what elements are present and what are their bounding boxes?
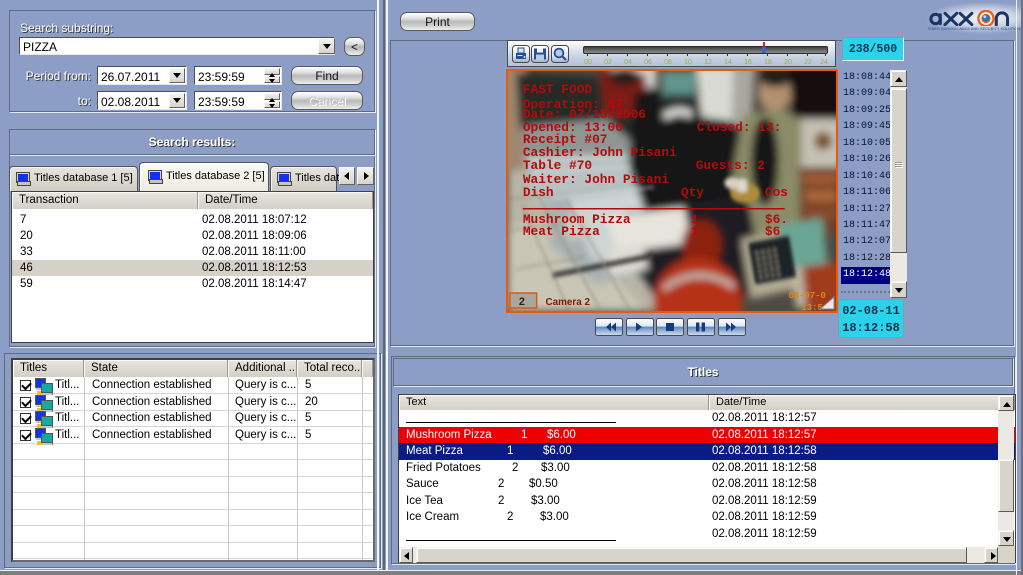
svg-text:Meat Pizza: Meat Pizza <box>523 224 600 239</box>
svg-text:00: 00 <box>584 59 592 66</box>
svg-text:18: 18 <box>764 59 772 66</box>
svg-text:Camera 2: Camera 2 <box>546 297 591 308</box>
svg-text:08: 08 <box>664 59 672 66</box>
svg-text:$6: $6 <box>765 224 781 239</box>
svg-text:Qty: Qty <box>681 185 704 200</box>
svg-text:03-07-0: 03-07-0 <box>789 291 826 301</box>
svg-text:24: 24 <box>820 59 828 66</box>
svg-text:16: 16 <box>744 59 752 66</box>
svg-text:FAST FOOD: FAST FOOD <box>523 82 593 97</box>
svg-text:13:5: 13:5 <box>801 303 822 311</box>
svg-text:14: 14 <box>724 59 732 66</box>
svg-text:10: 10 <box>684 59 692 66</box>
svg-text:2: 2 <box>519 296 525 308</box>
svg-text:Dish: Dish <box>523 185 554 200</box>
svg-text:22: 22 <box>804 59 812 66</box>
svg-text:02: 02 <box>604 59 612 66</box>
svg-text:Guests: 2: Guests: 2 <box>696 158 765 173</box>
svg-text:Cos: Cos <box>765 185 788 200</box>
svg-text:12: 12 <box>704 59 712 66</box>
svg-text:20: 20 <box>784 59 792 66</box>
svg-text:Table #70: Table #70 <box>523 158 592 173</box>
svg-text:04: 04 <box>624 59 632 66</box>
svg-text:06: 06 <box>644 59 652 66</box>
svg-text:Closed: 13:: Closed: 13: <box>697 120 782 135</box>
svg-text:1: 1 <box>691 224 699 239</box>
